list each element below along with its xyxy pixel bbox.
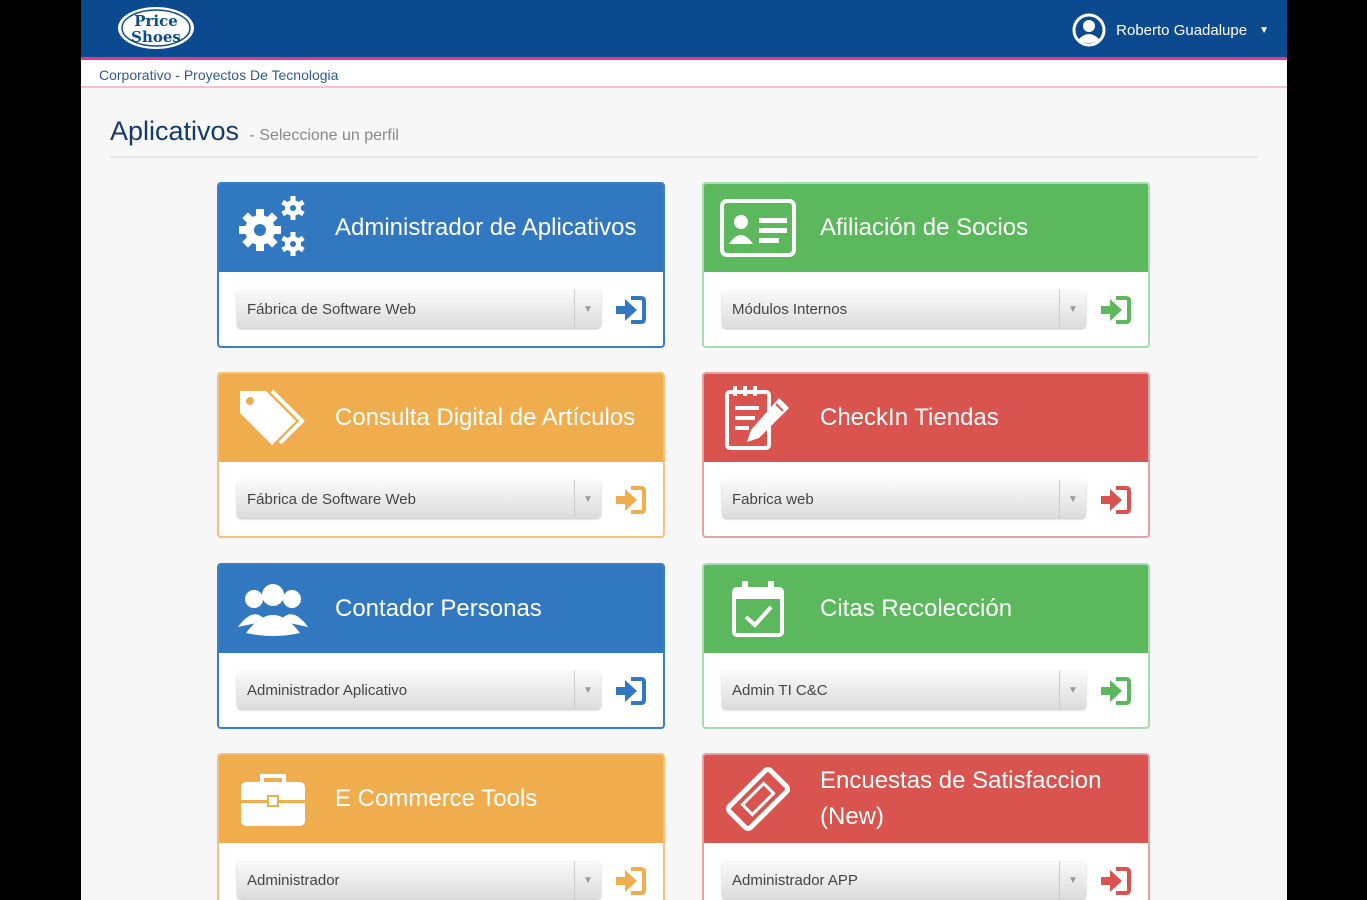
breadcrumb-corporativo[interactable]: Corporativo	[99, 67, 171, 83]
app-card: Citas Recolección Admin TI C&C ▼	[702, 563, 1150, 729]
app-card-body: Administrador Aplicativo ▼	[219, 653, 663, 727]
page-title: Aplicativos	[110, 116, 240, 146]
app-card: E Commerce Tools Administrador ▼	[217, 753, 665, 900]
profile-select[interactable]: Fabrica web ▼	[722, 480, 1086, 518]
profile-select-value: Administrador	[247, 872, 340, 889]
app-card-body: Fábrica de Software Web ▼	[219, 272, 663, 346]
app-card-header: CheckIn Tiendas	[704, 374, 1148, 462]
app-card: Contador Personas Administrador Aplicativ…	[217, 563, 665, 729]
chevron-down-icon: ▼	[574, 861, 601, 899]
chevron-down-icon: ▼	[1259, 24, 1269, 36]
profile-select-value: Fábrica de Software Web	[247, 301, 416, 318]
profile-select[interactable]: Administrador APP ▼	[722, 861, 1086, 899]
app-card: Administrador de Aplicativos Fábrica de S…	[217, 182, 665, 348]
user-menu[interactable]: Roberto Guadalupe ▼	[1072, 10, 1269, 50]
profile-select[interactable]: Fábrica de Software Web ▼	[237, 290, 601, 328]
profile-select[interactable]: Admin TI C&C ▼	[722, 671, 1086, 709]
chevron-down-icon: ▼	[1059, 861, 1086, 899]
breadcrumb-separator: -	[171, 67, 184, 83]
sign-in-icon[interactable]	[613, 294, 647, 326]
app-card-body: Administrador ▼	[219, 843, 663, 900]
app-card: Consulta Digital de Artículos Fábrica de …	[217, 372, 665, 538]
sign-in-icon[interactable]	[1098, 865, 1132, 897]
app-card-title: Citas Recolección	[820, 595, 1013, 622]
breadcrumb: Corporativo - Proyectos De Tecnologia	[81, 60, 1287, 88]
app-card-header: Contador Personas	[219, 565, 663, 653]
breadcrumb-proyectos[interactable]: Proyectos De Tecnologia	[184, 67, 339, 83]
page-subtitle: - Seleccione un perfil	[249, 127, 399, 144]
app-card: Encuestas de Satisfaccion (New) Administr…	[702, 753, 1150, 900]
user-name: Roberto Guadalupe	[1116, 21, 1248, 39]
heading-divider	[110, 156, 1258, 158]
app-card-header: Citas Recolección	[704, 565, 1148, 653]
users-icon	[233, 573, 313, 645]
app-card-body: Admin TI C&C ▼	[704, 653, 1148, 727]
gears-icon	[233, 192, 313, 264]
app-card-header: Administrador de Aplicativos	[219, 184, 663, 272]
sign-in-icon[interactable]	[613, 865, 647, 897]
profile-select-value: Fábrica de Software Web	[247, 491, 416, 508]
chevron-down-icon: ▼	[1059, 290, 1086, 328]
id-card-icon	[718, 192, 798, 264]
pencil-notepad-icon	[718, 382, 798, 454]
app-card-title: Consulta Digital de Artículos	[335, 404, 636, 431]
app-card: Afiliación de Socios Módulos Internos ▼	[702, 182, 1150, 348]
user-avatar-icon	[1072, 13, 1106, 47]
profile-select[interactable]: Administrador Aplicativo ▼	[237, 671, 601, 709]
tags-icon	[233, 382, 313, 454]
chevron-down-icon: ▼	[574, 290, 601, 328]
chevron-down-icon: ▼	[1059, 480, 1086, 518]
app-card-title: Contador Personas	[335, 595, 542, 622]
app-card-title: Administrador de Aplicativos	[335, 214, 637, 241]
profile-select[interactable]: Módulos Internos ▼	[722, 290, 1086, 328]
app-card-title: CheckIn Tiendas	[820, 404, 999, 431]
app-card-title: Encuestas de Satisfaccion (New)	[820, 767, 1102, 830]
sign-in-icon[interactable]	[1098, 675, 1132, 707]
briefcase-icon	[233, 763, 313, 835]
price-shoes-logo[interactable]: Price Shoes	[117, 6, 195, 50]
app-card-header: E Commerce Tools	[219, 755, 663, 843]
page-heading: Aplicativos - Seleccione un perfil	[110, 116, 399, 147]
sign-in-icon[interactable]	[613, 675, 647, 707]
chevron-down-icon: ▼	[574, 671, 601, 709]
svg-text:Shoes: Shoes	[131, 28, 181, 46]
app-card-body: Administrador APP ▼	[704, 843, 1148, 900]
app-card-header: Afiliación de Socios	[704, 184, 1148, 272]
chevron-down-icon: ▼	[574, 480, 601, 518]
profile-select-value: Módulos Internos	[732, 301, 848, 318]
app-card-header: Encuestas de Satisfaccion (New)	[704, 755, 1148, 843]
app-card: CheckIn Tiendas Fabrica web ▼	[702, 372, 1150, 538]
profile-select[interactable]: Administrador ▼	[237, 861, 601, 899]
top-navbar: Price Shoes Roberto Guadalupe ▼	[81, 0, 1287, 57]
profile-select-value: Administrador Aplicativo	[247, 682, 408, 699]
app-card-body: Fabrica web ▼	[704, 462, 1148, 536]
ticket-icon	[718, 763, 798, 835]
chevron-down-icon: ▼	[1059, 671, 1086, 709]
profile-select-value: Admin TI C&C	[732, 682, 828, 699]
app-card-title: E Commerce Tools	[335, 785, 538, 812]
app-card-header: Consulta Digital de Artículos	[219, 374, 663, 462]
app-card-title: Afiliación de Socios	[820, 214, 1029, 241]
sign-in-icon[interactable]	[1098, 294, 1132, 326]
app-card-body: Módulos Internos ▼	[704, 272, 1148, 346]
app-card-body: Fábrica de Software Web ▼	[219, 462, 663, 536]
sign-in-icon[interactable]	[613, 484, 647, 516]
calendar-check-icon	[718, 573, 798, 645]
profile-select[interactable]: Fábrica de Software Web ▼	[237, 480, 601, 518]
sign-in-icon[interactable]	[1098, 484, 1132, 516]
app-page: Price Shoes Roberto Guadalupe ▼ Corporat…	[81, 0, 1287, 900]
profile-select-value: Administrador APP	[732, 872, 858, 889]
profile-select-value: Fabrica web	[732, 491, 814, 508]
